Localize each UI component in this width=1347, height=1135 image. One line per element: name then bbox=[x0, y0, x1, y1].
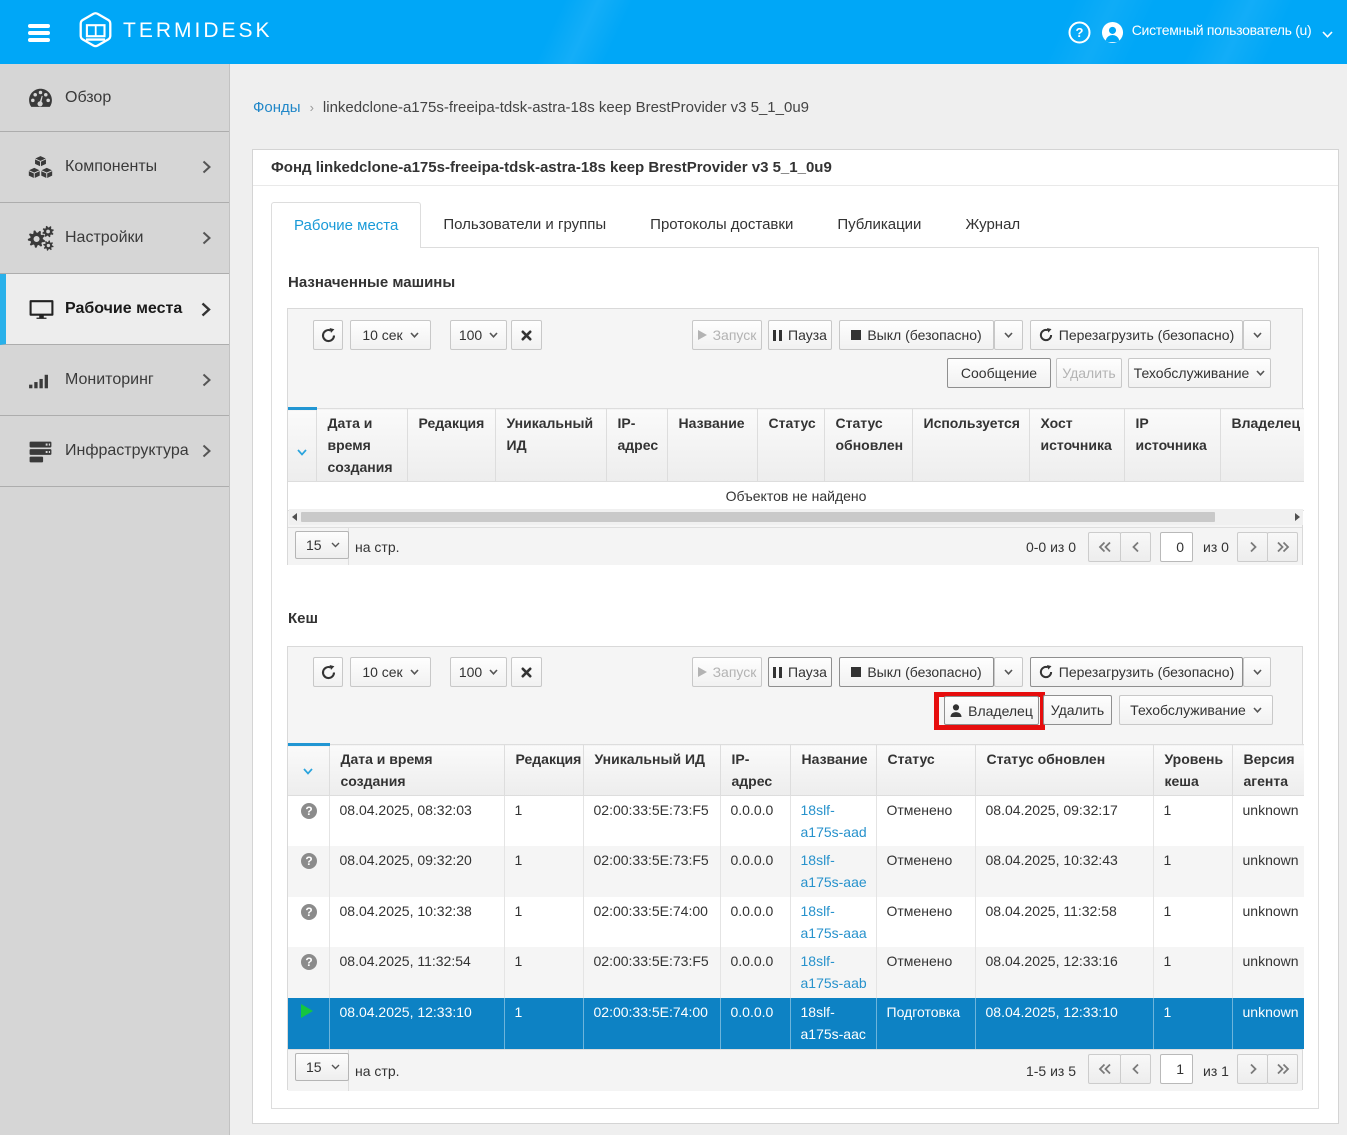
svg-text:?: ? bbox=[1076, 25, 1084, 40]
